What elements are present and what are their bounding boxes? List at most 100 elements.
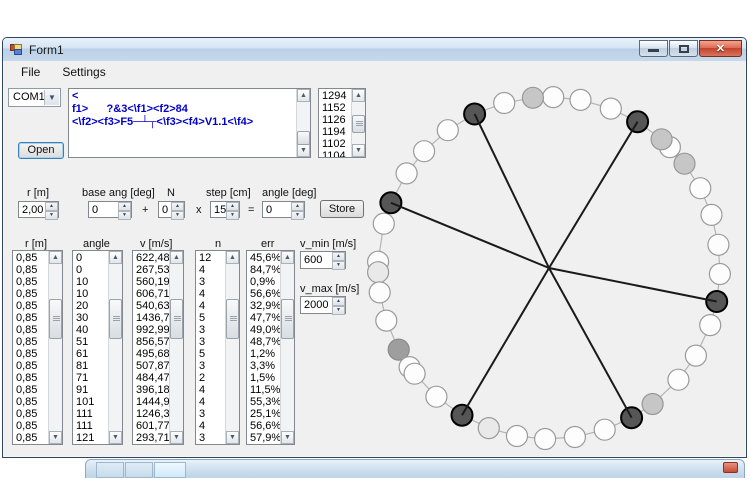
list-item[interactable]: 0,85 [13,300,48,312]
scrollbar-thumb[interactable] [109,299,122,339]
list-item[interactable]: 3 [196,360,225,372]
list-item[interactable]: 4 [196,420,225,432]
list-item[interactable]: 0,85 [13,324,48,336]
ring-node[interactable] [668,369,689,390]
maximize-button[interactable] [669,40,698,57]
scrollbar-thumb[interactable] [49,299,62,339]
list-item[interactable]: 5 [196,312,225,324]
list-item[interactable]: 12 [196,252,225,264]
ring-node[interactable] [369,282,390,303]
ring-node[interactable] [478,418,499,439]
list-item[interactable]: 495,68 [133,348,169,360]
v-listbox[interactable]: 622,48267,53560,19606,71540,631436,7992,… [132,250,184,445]
list-item[interactable]: 0,85 [13,288,48,300]
list-item[interactable]: 4 [196,300,225,312]
list-item[interactable]: 0,85 [13,312,48,324]
list-item[interactable]: 40 [73,324,108,336]
ring-node[interactable] [700,315,721,336]
ring-node[interactable] [642,394,663,415]
open-button[interactable]: Open [18,142,64,159]
list-item[interactable]: 0,85 [13,384,48,396]
scroll-down-icon[interactable]: ▼ [281,431,294,444]
ring-node[interactable] [570,89,591,110]
n-listbox[interactable]: 12434453353244343 ▲▼ [195,250,240,445]
ring-node[interactable] [522,87,543,108]
list-item[interactable]: 61 [73,348,108,360]
list-item[interactable]: 1444,9 [133,396,169,408]
vmax-spinner[interactable]: 2000 ▲▼ [300,296,346,314]
ring-node[interactable] [685,345,706,366]
scroll-down-icon[interactable]: ▼ [49,431,62,444]
list-item[interactable]: 3 [196,432,225,444]
angle-listbox[interactable]: 0010102030405161817191101111111121 ▲▼ [72,250,123,445]
list-item[interactable]: 57,9% [247,432,280,444]
err-listbox[interactable]: 45,6%84,7%0,9%56,6%32,9%47,7%49,0%48,7%1… [246,250,295,445]
ring-node[interactable] [690,178,711,199]
spin-up-icon[interactable]: ▲ [332,297,345,306]
menu-file[interactable]: File [14,62,47,82]
list-item[interactable]: 1126 [319,114,351,126]
scroll-up-icon[interactable]: ▲ [226,251,239,264]
ring-node[interactable] [564,427,585,448]
list-item[interactable]: 51 [73,336,108,348]
spin-down-icon[interactable]: ▼ [171,211,184,220]
scroll-up-icon[interactable]: ▲ [49,251,62,264]
list-item[interactable]: 71 [73,372,108,384]
numbers-list[interactable]: 129411521126119411021104 ▲ ▼ [318,88,366,158]
base-ang-spinner[interactable]: 0 ▲▼ [88,201,132,218]
spin-down-icon[interactable]: ▼ [226,211,239,220]
list-item[interactable]: 1104 [319,150,351,158]
list-item[interactable]: 540,63 [133,300,169,312]
spin-down-icon[interactable]: ▼ [45,211,58,220]
scroll-down-icon[interactable]: ▼ [170,431,183,444]
ring-node[interactable] [368,262,389,283]
ring-node[interactable] [594,419,615,440]
close-button[interactable]: ✕ [699,40,742,57]
scroll-up-icon[interactable]: ▲ [281,251,294,264]
list-item[interactable]: 55,3% [247,396,280,408]
list-item[interactable]: 2 [196,372,225,384]
spin-up-icon[interactable]: ▲ [332,252,345,261]
list-item[interactable]: 601,77 [133,420,169,432]
list-item[interactable]: 606,71 [133,288,169,300]
ring-node[interactable] [507,426,528,447]
list-item[interactable]: 396,18 [133,384,169,396]
list-item[interactable]: 1,5% [247,372,280,384]
list-item[interactable]: 1102 [319,138,351,150]
background-window-tab[interactable] [125,462,153,478]
spin-up-icon[interactable]: ▲ [291,202,304,211]
list-item[interactable]: 11,5% [247,384,280,396]
list-item[interactable]: 0,85 [13,408,48,420]
list-item[interactable]: 32,9% [247,300,280,312]
spin-up-icon[interactable]: ▲ [118,202,131,211]
list-item[interactable]: 992,99 [133,324,169,336]
list-item[interactable]: 4 [196,396,225,408]
ring-node[interactable] [437,120,458,141]
background-window[interactable] [85,459,745,478]
list-item[interactable]: 111 [73,408,108,420]
list-item[interactable]: 25,1% [247,408,280,420]
list-item[interactable]: 267,53 [133,264,169,276]
list-item[interactable]: 49,0% [247,324,280,336]
ring-node[interactable] [494,93,515,114]
list-item[interactable]: 5 [196,348,225,360]
scrollbar-thumb[interactable] [226,299,239,339]
list-item[interactable]: 0,85 [13,252,48,264]
list-item[interactable]: 20 [73,300,108,312]
list-item[interactable]: 56,6% [247,420,280,432]
list-item[interactable]: 1294 [319,90,351,102]
list-item[interactable]: 1436,7 [133,312,169,324]
ring-node[interactable] [414,141,435,162]
list-item[interactable]: 1246,3 [133,408,169,420]
list-item[interactable]: 0,85 [13,372,48,384]
list-item[interactable]: 507,87 [133,360,169,372]
list-item[interactable]: 293,71 [133,432,169,444]
ring-node[interactable] [396,163,417,184]
list-item[interactable]: 4 [196,384,225,396]
list-item[interactable]: 0,85 [13,396,48,408]
step-spinner[interactable]: 15 ▲▼ [210,201,240,218]
scroll-down-icon[interactable]: ▼ [297,144,310,157]
list-item[interactable]: 4 [196,288,225,300]
scrollbar-thumb[interactable] [352,115,365,133]
ring-node[interactable] [651,129,672,150]
